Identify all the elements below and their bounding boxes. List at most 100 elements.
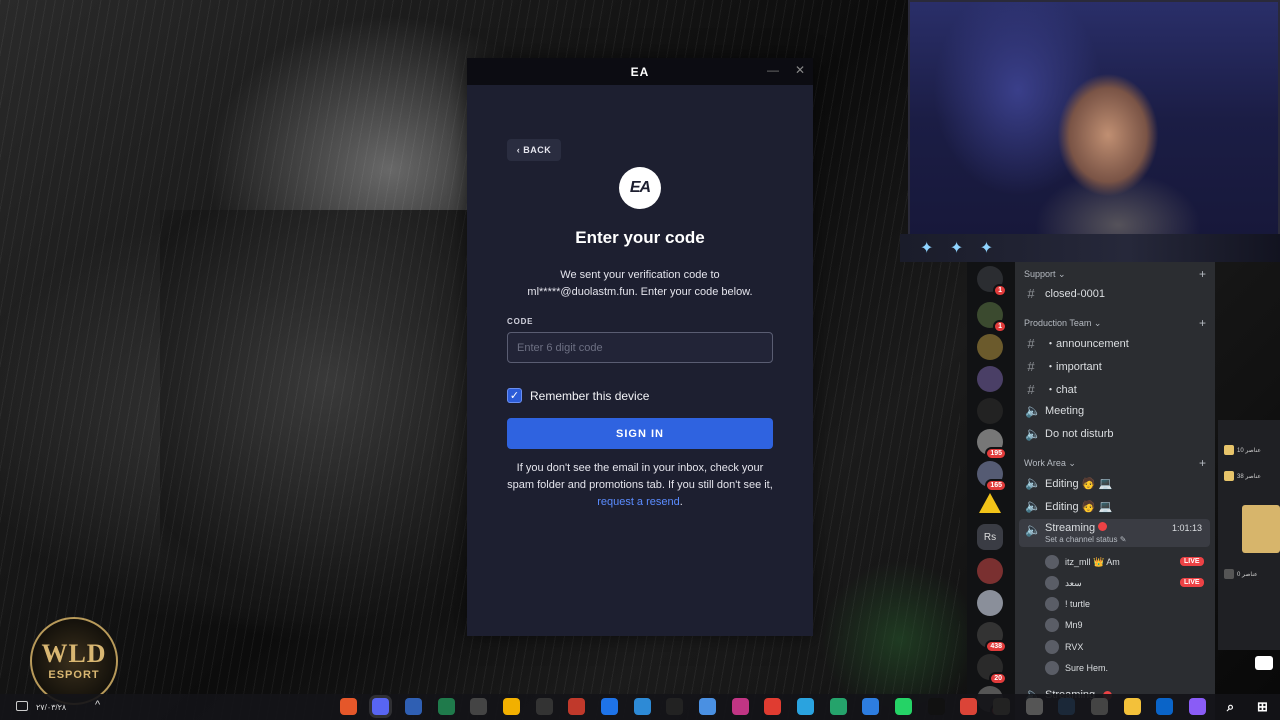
server-badge: 1 — [993, 320, 1007, 333]
instagram-icon[interactable] — [732, 698, 749, 715]
server-icon[interactable] — [977, 334, 1003, 360]
server-icon[interactable] — [977, 558, 1003, 584]
channel-chat[interactable]: # ・chat — [1025, 381, 1076, 397]
app-icon[interactable] — [340, 698, 357, 715]
app-icon[interactable] — [830, 698, 847, 715]
copilot-icon[interactable] — [1189, 698, 1206, 715]
remember-device-label: Remember this device — [530, 388, 650, 403]
discord-server-list: 1 1 195 165 Rs 438 20 11 — [967, 262, 1015, 720]
notification-icon[interactable] — [16, 701, 28, 711]
chevron-up-icon[interactable]: ^ — [95, 699, 100, 711]
excel-icon[interactable] — [438, 698, 455, 715]
voice-user[interactable]: itz_mll 👑 Am — [1045, 555, 1120, 569]
app-icon[interactable] — [1026, 698, 1043, 715]
voice-user[interactable]: سعد — [1045, 576, 1082, 590]
server-icon[interactable]: 195 — [977, 429, 1007, 460]
voice-channel-editing[interactable]: 🔈 Editing 🧑 💻 — [1025, 498, 1112, 514]
overlay-row-label: عناصر 38 — [1237, 473, 1261, 480]
search-icon[interactable]: ⌕ — [1222, 698, 1239, 715]
server-icon[interactable]: 165 — [977, 461, 1007, 492]
steam-icon[interactable] — [1058, 698, 1075, 715]
app-icon[interactable] — [634, 698, 651, 715]
app-icon[interactable] — [666, 698, 683, 715]
server-icon[interactable]: 1 — [977, 266, 1007, 297]
help-text-suffix: . — [679, 496, 683, 508]
add-channel-icon[interactable]: + — [1199, 456, 1206, 470]
server-icon[interactable]: 20 — [977, 654, 1007, 685]
category-work-area[interactable]: Work Area ⌄ + — [1024, 456, 1206, 470]
app-icon[interactable] — [601, 698, 618, 715]
tiktok-icon[interactable] — [928, 698, 945, 715]
app-icon[interactable] — [1091, 698, 1108, 715]
channel-important[interactable]: # ・important — [1025, 358, 1101, 374]
app-icon[interactable] — [764, 698, 781, 715]
speaker-icon: 🔈 — [1025, 426, 1042, 441]
logo-esport-text: ESPORT — [48, 669, 100, 681]
channel-closed-0001[interactable]: # closed-0001 — [1025, 286, 1105, 301]
add-channel-icon[interactable]: + — [1199, 316, 1206, 330]
channel-label: Editing 🧑 💻 — [1045, 500, 1113, 513]
warning-icon[interactable] — [979, 493, 1001, 513]
back-button[interactable]: ‹ BACK — [507, 139, 561, 161]
hash-icon: # — [1027, 335, 1035, 351]
voice-channel-dnd[interactable]: 🔈 Do not disturb — [1025, 426, 1113, 442]
telegram-icon[interactable] — [797, 698, 814, 715]
channel-status[interactable]: Set a channel status ✎ — [1045, 535, 1126, 544]
app-icon[interactable] — [470, 698, 487, 715]
user-name: RVX — [1065, 642, 1084, 652]
app-icon[interactable] — [405, 698, 422, 715]
player-card-image — [1242, 505, 1280, 553]
app-icon[interactable] — [536, 698, 553, 715]
chrome-icon[interactable] — [960, 698, 977, 715]
server-icon[interactable] — [977, 366, 1003, 392]
user-name: ! turtle — [1065, 599, 1091, 609]
category-support[interactable]: Support ⌄ + — [1024, 267, 1206, 281]
outlook-icon[interactable] — [1156, 698, 1173, 715]
category-label: Production Team ⌄ — [1024, 318, 1102, 328]
channel-announcement[interactable]: # ・announcement — [1025, 335, 1128, 351]
server-icon[interactable]: 438 — [977, 622, 1007, 653]
category-production-team[interactable]: Production Team ⌄ + — [1024, 316, 1206, 330]
voice-channel-editing[interactable]: 🔈 Editing 🧑 💻 — [1025, 475, 1112, 491]
epic-games-icon[interactable] — [993, 698, 1010, 715]
app-icon[interactable] — [862, 698, 879, 715]
app-icon[interactable] — [568, 698, 585, 715]
hash-icon: # — [1027, 286, 1035, 301]
add-channel-icon[interactable]: + — [1199, 267, 1206, 281]
folder-icon — [1224, 471, 1234, 481]
voice-user[interactable]: ! turtle — [1045, 597, 1090, 611]
windows-start-icon[interactable]: ⊞ — [1254, 698, 1271, 715]
server-badge: 438 — [985, 640, 1007, 653]
voice-user[interactable]: Mn9 — [1045, 618, 1083, 632]
live-badge: LIVE — [1180, 578, 1204, 587]
remember-device-row[interactable]: ✓ Remember this device — [507, 388, 649, 403]
server-icon[interactable]: 1 — [977, 302, 1007, 333]
app-icon[interactable] — [699, 698, 716, 715]
overlay-row-label: عناصر 0 — [1237, 571, 1258, 578]
channel-label: Editing 🧑 💻 — [1045, 477, 1113, 490]
code-input[interactable] — [507, 332, 773, 363]
app-icon[interactable] — [503, 698, 520, 715]
chat-bubble-icon[interactable] — [1255, 656, 1273, 670]
server-icon-rs[interactable]: Rs — [977, 524, 1003, 550]
verification-description: We sent your verification code to ml****… — [507, 267, 773, 301]
discord-icon[interactable] — [372, 698, 389, 715]
avatar — [1045, 576, 1059, 590]
server-icon[interactable] — [977, 590, 1003, 616]
whatsapp-icon[interactable] — [895, 698, 912, 715]
request-resend-link[interactable]: request a resend — [597, 496, 680, 508]
ea-titlebar[interactable]: EA — ✕ — [467, 58, 813, 85]
remember-device-checkbox[interactable]: ✓ — [507, 388, 522, 403]
voice-channel-streaming[interactable]: 🔈 Streaming Set a channel status ✎ 1:01:… — [1019, 519, 1210, 547]
file-explorer-icon[interactable] — [1124, 698, 1141, 715]
speaker-icon: 🔈 — [1025, 498, 1042, 513]
taskbar-date: ٢٧/٠٣/٢٨ — [36, 703, 67, 712]
server-icon[interactable] — [977, 398, 1003, 424]
voice-channel-meeting[interactable]: 🔈 Meeting — [1025, 403, 1084, 419]
voice-user[interactable]: Sure Hem. — [1045, 661, 1108, 675]
close-button[interactable]: ✕ — [795, 63, 805, 77]
minimize-button[interactable]: — — [767, 63, 779, 77]
avatar — [1045, 661, 1059, 675]
voice-user[interactable]: RVX — [1045, 640, 1083, 654]
sign-in-button[interactable]: SIGN IN — [507, 418, 773, 449]
